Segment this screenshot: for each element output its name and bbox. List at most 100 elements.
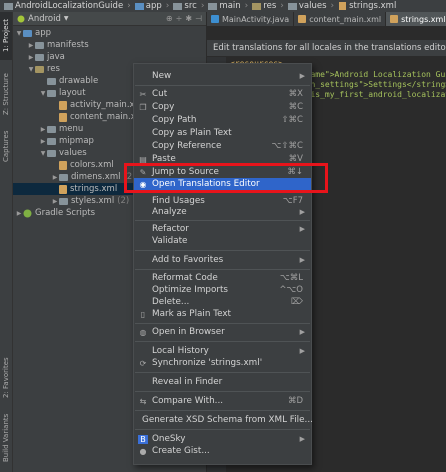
collapsed-arrow-icon[interactable]: ▶ [15,210,23,217]
collapsed-arrow-icon[interactable]: ▶ [27,42,35,49]
expand-arrow-icon[interactable]: ▼ [39,150,47,157]
gear-icon[interactable]: ✱ [185,14,192,23]
menu-item-create-gist[interactable]: ● Create Gist... [134,445,311,457]
menu-item-delete[interactable]: Delete... ⌦ [134,296,311,308]
collapsed-arrow-icon[interactable]: ▶ [27,54,35,61]
collapsed-arrow-icon[interactable]: ▶ [51,198,59,205]
menu-item-refactor[interactable]: Refactor ▶ [134,223,311,235]
tree-item-manifests[interactable]: ▶ manifests [27,39,89,51]
tree-item-label: mipmap [59,136,94,146]
menu-item-copy-reference[interactable]: Copy Reference ⌥⇧⌘C [134,140,311,152]
build-variants-tool-tab[interactable]: Build Variants [0,410,12,466]
breadcrumb-values[interactable]: values › [287,1,334,11]
menu-item-cut[interactable]: ✂ Cut ⌘X [134,88,311,100]
menu-item-reveal-in-finder[interactable]: Reveal in Finder [134,376,311,388]
menu-item-label: Find Usages [152,196,205,206]
menu-item-open-in-browser[interactable]: ◍ Open in Browser ▶ [134,326,311,338]
favorites-tool-tab[interactable]: 2: Favorites [0,352,12,404]
project-panel-header: Android ▼ ⊕ ÷ ✱ ⊣ [13,12,206,26]
folder-icon [35,41,44,49]
xml-file-icon [390,15,399,23]
menu-item-reformat-code[interactable]: Reformat Code ⌥⌘L [134,272,311,284]
sync-icon[interactable]: ⊕ [166,14,173,23]
xml-file-icon [339,2,347,10]
menu-item-validate[interactable]: Validate [134,235,311,247]
menu-shortcut: ⌥⌘L [279,273,303,283]
folder-icon [47,149,56,157]
xml-file-icon [298,15,307,23]
tree-item-label: res [47,64,60,74]
hide-icon[interactable]: ⊣ [195,14,202,23]
menu-item-synchronize[interactable]: ⟳ Synchronize 'strings.xml' [134,357,311,369]
project-tool-tab[interactable]: 1: Project [0,12,12,60]
tree-item-menu[interactable]: ▶ menu [39,123,84,135]
expand-arrow-icon[interactable]: ▼ [39,90,47,97]
tree-item-colors[interactable]: colors.xml [59,159,114,171]
breadcrumb-project[interactable]: AndroidLocalizationGuide › [4,1,131,11]
tree-item-values[interactable]: ▼ values [39,147,87,159]
menu-item-label: Optimize Imports [152,285,229,295]
menu-item-mark-as-plain-text[interactable]: ▯ Mark as Plain Text [134,308,311,320]
captures-tool-tab[interactable]: Captures [0,126,12,166]
tree-item-res[interactable]: ▼ res [27,63,60,75]
view-selector[interactable]: Android ▼ [17,14,69,24]
menu-item-add-to-favorites[interactable]: Add to Favorites ▶ [134,254,311,266]
menu-item-label: Copy [152,102,175,112]
menu-item-local-history[interactable]: Local History ▶ [134,345,311,357]
menu-item-analyze[interactable]: Analyze ▶ [134,206,311,218]
tree-item-label: menu [59,124,84,134]
breadcrumb-label: res [263,1,277,11]
sync-icon: ⟳ [139,358,147,368]
menu-separator [135,391,310,392]
menu-item-copy[interactable]: ❐ Copy ⌘C [134,101,311,113]
tree-item-layout[interactable]: ▼ layout [39,87,86,99]
breadcrumb-label: values [298,1,327,11]
tree-item-styles[interactable]: ▶ styles.xml (2) [51,195,130,207]
resource-folder-icon [35,65,44,73]
collapsed-arrow-icon[interactable]: ▶ [51,174,59,181]
collapse-icon[interactable]: ÷ [176,14,183,23]
tree-item-label: layout [59,88,86,98]
expand-arrow-icon[interactable]: ▼ [15,30,23,37]
menu-item-compare-with[interactable]: ⇆ Compare With... ⌘D [134,395,311,407]
tab-label: content_main.xml [309,14,382,24]
menu-item-generate-xsd[interactable]: Generate XSD Schema from XML File... [134,414,313,426]
collapsed-arrow-icon[interactable]: ▶ [39,138,47,145]
menu-item-label: OneSky [152,434,186,444]
tab-content-main[interactable]: content_main.xml [294,12,387,26]
menu-item-optimize-imports[interactable]: Optimize Imports ^⌥O [134,284,311,296]
menu-separator [135,85,310,86]
collapsed-arrow-icon[interactable]: ▶ [39,126,47,133]
breadcrumb-src[interactable]: src › [173,1,204,11]
menu-shortcut: ⌦ [290,297,303,307]
tab-strings[interactable]: strings.xml [386,12,446,26]
tree-item-drawable[interactable]: drawable [47,75,98,87]
xml-file-icon [59,100,67,110]
tab-label: strings.xml [401,14,446,24]
tree-item-mipmap[interactable]: ▶ mipmap [39,135,94,147]
menu-item-new[interactable]: New ▶ [134,70,311,82]
tab-main-activity[interactable]: MainActivity.java [207,12,295,26]
breadcrumb-label: main [219,1,241,11]
menu-item-copy-plain-text[interactable]: Copy as Plain Text [134,127,311,139]
folder-icon [173,3,183,10]
breadcrumb-res[interactable]: res › [252,1,284,11]
menu-item-label: Copy Path [152,115,197,125]
breadcrumb-main[interactable]: main › [208,1,248,11]
tree-item-gradle-scripts[interactable]: ▶ Gradle Scripts [15,207,95,219]
tree-item-label: java [47,52,65,62]
tree-item-dimens[interactable]: ▶ dimens.xml (2) [51,171,136,183]
breadcrumb-app[interactable]: app › [134,1,169,11]
expand-arrow-icon[interactable]: ▼ [27,66,35,73]
folder-icon [47,125,56,133]
menu-item-onesky[interactable]: B OneSky ▶ [134,433,311,445]
left-tool-stripe: 1: Project Z: Structure Captures 2: Favo… [0,12,13,472]
breadcrumb-strings[interactable]: strings.xml [338,1,396,11]
tree-item-java[interactable]: ▶ java [27,51,65,63]
menu-item-label: New [152,71,172,81]
submenu-arrow-icon: ▶ [299,225,305,233]
tree-item-app[interactable]: ▼ app [15,27,51,39]
structure-tool-tab[interactable]: Z: Structure [0,68,12,120]
menu-item-copy-path[interactable]: Copy Path ⇧⌘C [134,114,311,126]
module-icon [23,29,32,37]
